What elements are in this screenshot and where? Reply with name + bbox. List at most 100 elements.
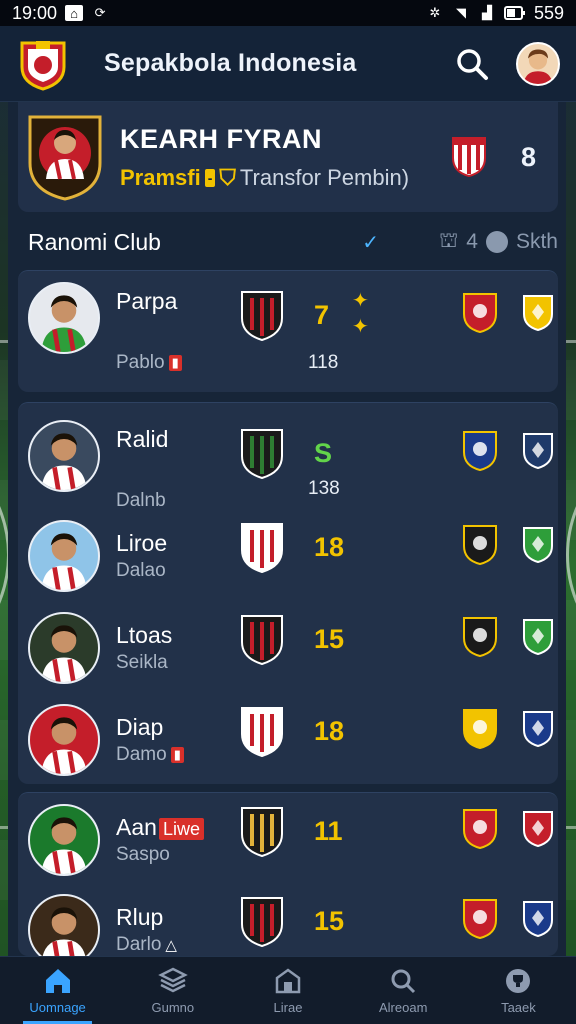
player-name: Liroe: [116, 530, 167, 557]
nav-item-lirae[interactable]: Lirae: [230, 957, 345, 1024]
player-stat: 118: [308, 352, 339, 373]
player-sub: Damo ▮: [116, 744, 184, 766]
featured-player-name: KEARH FYRAN: [120, 123, 323, 154]
player-portrait-icon: [41, 625, 87, 682]
shield-check-icon: ⛉: [219, 164, 236, 190]
player-sub-text: Pablo: [116, 352, 165, 373]
club-crest: [241, 707, 283, 758]
match-badge[interactable]: [462, 524, 498, 566]
league-badge[interactable]: [522, 618, 554, 656]
league-badge[interactable]: [522, 900, 554, 938]
user-avatar[interactable]: [516, 41, 560, 86]
player-stat: 138: [308, 478, 340, 499]
player-avatar: [28, 804, 100, 876]
player-number: 18: [314, 716, 345, 746]
player-sub: Dalao: [116, 560, 166, 582]
league-badge[interactable]: [522, 294, 554, 332]
match-badge[interactable]: [462, 430, 498, 472]
status-time: 19:00: [12, 2, 58, 23]
player-number: 15: [314, 906, 345, 936]
match-badge[interactable]: [462, 616, 498, 658]
club-crest: [241, 615, 283, 666]
match-badge[interactable]: [462, 898, 498, 940]
match-badge[interactable]: [462, 292, 498, 334]
chevron-down-icon[interactable]: ✓: [362, 230, 379, 255]
match-badge[interactable]: [462, 808, 498, 850]
player-avatar: [28, 420, 100, 492]
settings-icon: ✲: [429, 5, 441, 20]
league-badge[interactable]: [522, 432, 554, 470]
club-crest: [241, 291, 283, 342]
nav-item-alreoam[interactable]: Alreoam: [346, 957, 461, 1024]
player-sub: Darlo △: [116, 934, 177, 956]
match-badge[interactable]: [462, 708, 498, 750]
nav-item-taaek[interactable]: Taaek: [461, 957, 576, 1024]
league-badge[interactable]: [522, 526, 554, 564]
nav-label: Alreoam: [379, 1000, 428, 1015]
filter-icon[interactable]: ⛫: [439, 229, 458, 255]
search-icon[interactable]: [452, 44, 492, 84]
player-sub-text: Saspo: [116, 844, 170, 865]
player-sub: Pablo ▮: [116, 352, 182, 374]
main-content: KEARH FYRAN Pramsfi - ⛉ Transfor Pembin)…: [8, 102, 566, 956]
player-portrait-icon: [41, 717, 87, 774]
trophy-icon: [506, 969, 531, 993]
player-name: Rlup: [116, 904, 163, 931]
player-name-text: Ltoas: [116, 622, 173, 648]
signal-icon: ▟: [481, 5, 492, 20]
home-icon: [45, 969, 70, 993]
player-sub: Saspo: [116, 844, 170, 866]
player-row[interactable]: Ltoas Seikla 15: [18, 602, 558, 694]
featured-count: 8: [520, 141, 536, 172]
club-crest: [241, 807, 283, 858]
app-logo-crest[interactable]: [16, 37, 70, 91]
player-name: Ralid: [116, 426, 168, 453]
featured-player-card[interactable]: KEARH FYRAN Pramsfi - ⛉ Transfor Pembin)…: [18, 102, 558, 212]
warning-icon: △: [165, 937, 177, 954]
player-avatar: [28, 520, 100, 592]
sync-icon: ⟳: [94, 5, 106, 20]
player-name-text: Diap: [116, 714, 164, 740]
app-header: Sepakbola Indonesia: [0, 26, 576, 102]
battery-level: 559: [533, 2, 564, 23]
player-portrait-icon: [41, 817, 87, 874]
player-avatar: [28, 612, 100, 684]
featured-club-badge: [451, 137, 486, 178]
battery-icon: [503, 6, 525, 20]
live-badge: Liwe: [158, 818, 204, 840]
player-sub-text: Seikla: [116, 652, 168, 673]
player-name-text: Ralid: [116, 426, 169, 452]
player-avatar: [28, 704, 100, 776]
user-avatar-icon: [523, 48, 553, 84]
player-row[interactable]: Aan Liwe Saspo 11: [18, 794, 558, 886]
club-crest: [241, 429, 283, 480]
player-portrait-icon: [41, 295, 87, 352]
nav-label: Uomnage: [29, 1000, 86, 1015]
section-title: Ranomi Club: [28, 228, 161, 255]
club-icon: [275, 968, 301, 994]
player-row[interactable]: Diap Damo ▮ 18: [18, 694, 558, 786]
location-icon[interactable]: [485, 231, 508, 253]
tag-icon: ▮: [168, 355, 182, 371]
player-sub-text: Darlo: [116, 934, 162, 955]
featured-transfer-line: Pramsfi - ⛉ Transfor Pembin): [120, 165, 451, 191]
nav-item-home[interactable]: Uomnage: [0, 957, 115, 1024]
bottom-navigation: Uomnage Gumno Lirae Alreoam Taaek: [0, 956, 576, 1024]
player-row[interactable]: Ralid Dalnb S 138: [18, 412, 558, 511]
featured-tag: -: [204, 168, 216, 187]
player-row[interactable]: Parpa Pablo ▮ 7 118 ✦ ✦: [18, 274, 558, 373]
notification-icon: ⌂: [65, 5, 84, 21]
player-sub: Dalnb: [116, 490, 166, 512]
player-row[interactable]: Liroe Dalao 18: [18, 510, 558, 602]
player-portrait-icon: [41, 533, 87, 590]
league-badge[interactable]: [522, 710, 554, 748]
search-ball-icon: [391, 969, 416, 994]
player-number: 18: [314, 532, 345, 562]
player-name-text: Parpa: [116, 288, 178, 314]
player-name: Parpa: [116, 288, 177, 315]
nav-item-gumno[interactable]: Gumno: [115, 957, 230, 1024]
nav-label: Gumno: [151, 1000, 195, 1015]
player-row[interactable]: Rlup Darlo △ 15: [18, 884, 558, 956]
league-badge[interactable]: [522, 810, 554, 848]
player-number: S: [314, 438, 333, 468]
